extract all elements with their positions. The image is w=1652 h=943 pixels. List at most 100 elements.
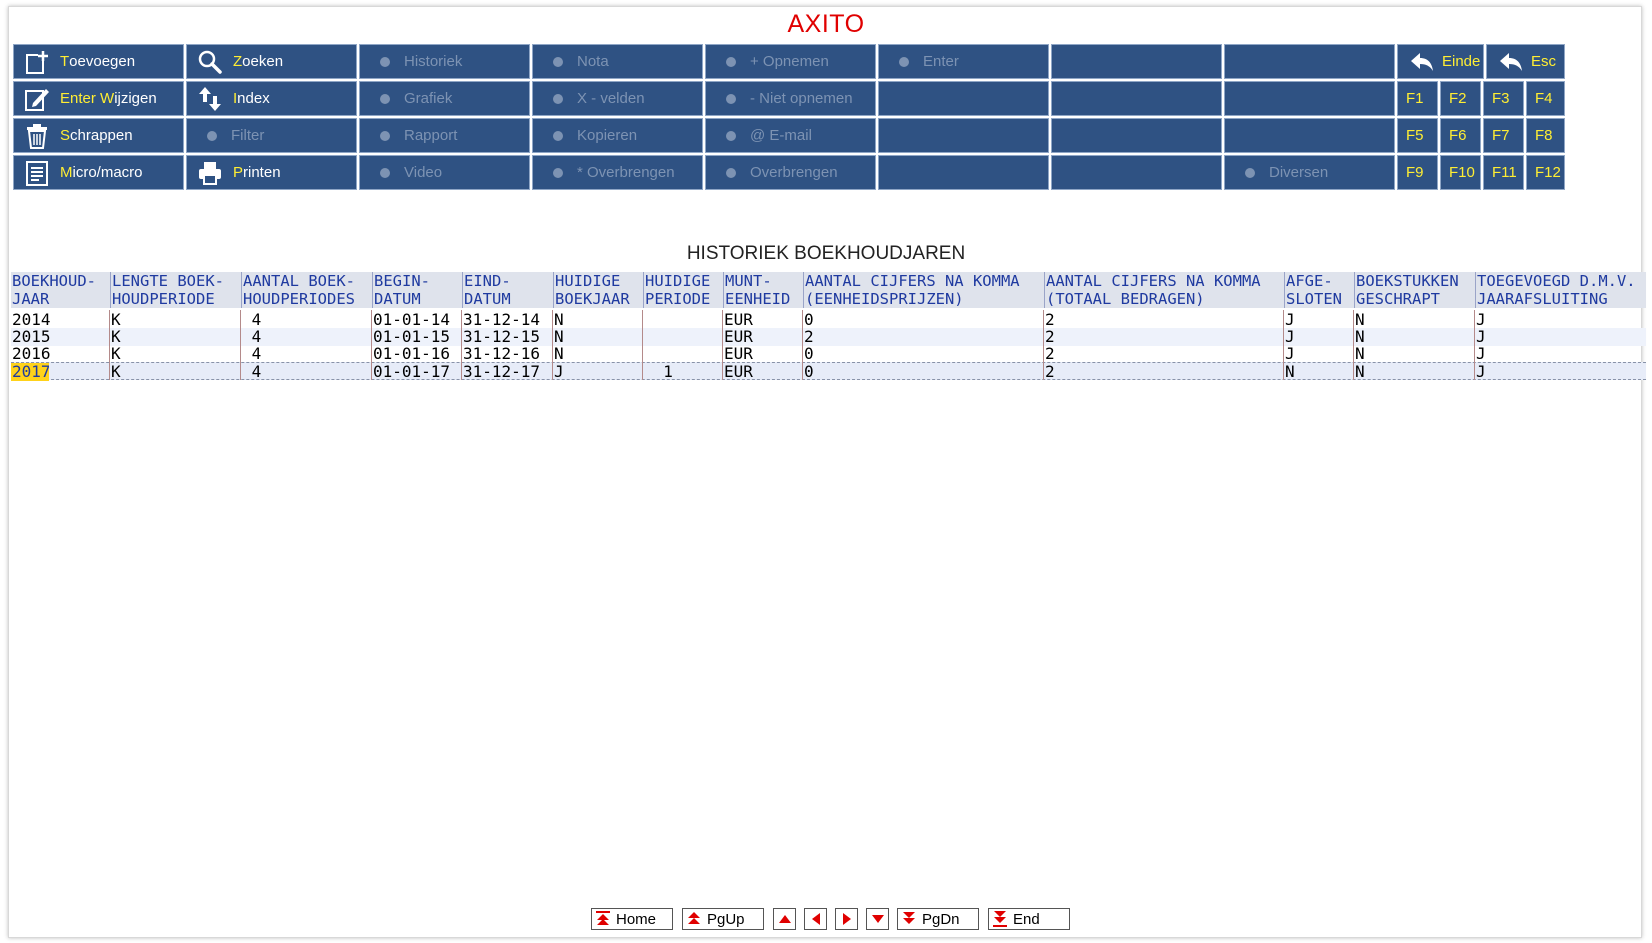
cell-afgesloten[interactable]: J [1284, 311, 1354, 329]
f4-button[interactable]: F4 [1526, 81, 1565, 116]
cell-toegevoegd-jaarafsluiting[interactable]: J [1475, 311, 1646, 329]
cell-toegevoegd-jaarafsluiting[interactable]: J [1475, 345, 1646, 363]
column-header-munteenheid[interactable]: MUNT- EENHEID [723, 272, 803, 308]
up-button[interactable] [773, 908, 796, 930]
cell-munteenheid[interactable]: EUR [723, 328, 803, 346]
cell-cijfers-totaal-bedragen[interactable]: 2 [1044, 363, 1284, 381]
video-button[interactable]: Video [359, 155, 530, 190]
wijzigen-button[interactable]: Enter Wijzigen [13, 81, 184, 116]
index-button[interactable]: Index [186, 81, 357, 116]
column-header-huidige-periode[interactable]: HUIDIGE PERIODE [643, 272, 723, 308]
pgdn-button[interactable]: PgDn [897, 908, 979, 930]
cell-aantal-boekhoudperiodes[interactable]: 4 [241, 328, 372, 346]
zoeken-button[interactable]: Zoeken [186, 44, 357, 79]
cell-einddatum[interactable]: 31-12-16 [462, 345, 553, 363]
star-overbrengen-button[interactable]: * Overbrengen [532, 155, 703, 190]
einde-button[interactable]: Einde [1397, 44, 1484, 79]
cell-huidige-periode[interactable] [643, 328, 723, 346]
cell-munteenheid[interactable]: EUR [723, 311, 803, 329]
cell-cijfers-eenheidsprijzen[interactable]: 2 [803, 328, 1044, 346]
f9-button[interactable]: F9 [1397, 155, 1438, 190]
column-header-afgesloten[interactable]: AFGE- SLOTEN [1284, 272, 1354, 308]
cell-cijfers-totaal-bedragen[interactable]: 2 [1044, 328, 1284, 346]
f7-button[interactable]: F7 [1483, 118, 1524, 153]
cell-boekstukken-geschrapt[interactable]: N [1354, 363, 1475, 381]
column-header-cijfers-totaal-bedragen[interactable]: AANTAL CIJFERS NA KOMMA (TOTAAL BEDRAGEN… [1044, 272, 1284, 308]
cell-huidige-boekjaar[interactable]: N [553, 311, 643, 329]
table-row[interactable]: 2014 K 4 01-01-14 31-12-14 N EUR 0 2 J N J [11, 311, 1646, 329]
column-header-einddatum[interactable]: EIND- DATUM [462, 272, 553, 308]
cell-cijfers-eenheidsprijzen[interactable]: 0 [803, 345, 1044, 363]
table-row[interactable]: 2015 K 4 01-01-15 31-12-15 N EUR 2 2 J N J [11, 328, 1646, 346]
table-row[interactable]: 2016 K 4 01-01-16 31-12-16 N EUR 0 2 J N J [11, 345, 1646, 363]
pgup-button[interactable]: PgUp [682, 908, 764, 930]
printen-button[interactable]: Printen [186, 155, 357, 190]
column-header-boekhoudjaar[interactable]: BOEKHOUD- JAAR [11, 272, 110, 308]
cell-afgesloten[interactable]: J [1284, 345, 1354, 363]
cell-toegevoegd-jaarafsluiting[interactable]: J [1475, 363, 1646, 381]
enter-button[interactable]: Enter [878, 44, 1049, 79]
cell-einddatum[interactable]: 31-12-14 [462, 311, 553, 329]
filter-button[interactable]: Filter [186, 118, 357, 153]
f8-button[interactable]: F8 [1526, 118, 1565, 153]
f12-button[interactable]: F12 [1526, 155, 1565, 190]
right-button[interactable] [835, 908, 858, 930]
cell-cijfers-totaal-bedragen[interactable]: 2 [1044, 311, 1284, 329]
cell-afgesloten[interactable]: J [1284, 328, 1354, 346]
micro-macro-button[interactable]: Micro/macro [13, 155, 184, 190]
column-header-aantal-boekhoudperiodes[interactable]: AANTAL BOEK- HOUDPERIODES [241, 272, 372, 308]
cell-lengte-boekhoudperiode[interactable]: K [110, 363, 241, 381]
cell-boekhoudjaar[interactable]: 2015 [11, 328, 110, 346]
column-header-lengte-boekhoudperiode[interactable]: LENGTE BOEK- HOUDPERIODE [110, 272, 241, 308]
column-header-cijfers-eenheidsprijzen[interactable]: AANTAL CIJFERS NA KOMMA (EENHEIDSPRIJZEN… [803, 272, 1044, 308]
cell-huidige-boekjaar[interactable]: J [553, 363, 643, 381]
cell-boekhoudjaar[interactable]: 2017 [11, 363, 49, 381]
historiek-button[interactable]: Historiek [359, 44, 530, 79]
cell-boekhoudjaar[interactable]: 2014 [11, 311, 110, 329]
left-button[interactable] [804, 908, 827, 930]
niet-opnemen-button[interactable]: - Niet opnemen [705, 81, 876, 116]
cell-einddatum[interactable]: 31-12-17 [462, 363, 553, 381]
f2-button[interactable]: F2 [1440, 81, 1481, 116]
cell-huidige-periode[interactable]: 1 [643, 363, 723, 381]
cell-huidige-periode[interactable] [643, 311, 723, 329]
cell-huidige-boekjaar[interactable]: N [553, 328, 643, 346]
home-button[interactable]: Home [591, 908, 673, 930]
esc-button[interactable]: Esc [1486, 44, 1565, 79]
f10-button[interactable]: F10 [1440, 155, 1481, 190]
cell-boekstukken-geschrapt[interactable]: N [1354, 328, 1475, 346]
cell-lengte-boekhoudperiode[interactable]: K [110, 311, 241, 329]
diversen-button[interactable]: Diversen [1224, 155, 1395, 190]
cell-aantal-boekhoudperiodes[interactable]: 4 [241, 345, 372, 363]
cell-begindatum[interactable]: 01-01-16 [372, 345, 462, 363]
opnemen-button[interactable]: + Opnemen [705, 44, 876, 79]
down-button[interactable] [866, 908, 889, 930]
cell-huidige-periode[interactable] [643, 345, 723, 363]
f5-button[interactable]: F5 [1397, 118, 1438, 153]
toevoegen-button[interactable]: Toevoegen [13, 44, 184, 79]
cell-munteenheid[interactable]: EUR [723, 345, 803, 363]
end-button[interactable]: End [988, 908, 1070, 930]
cell-boekstukken-geschrapt[interactable]: N [1354, 311, 1475, 329]
column-header-boekstukken-geschrapt[interactable]: BOEKSTUKKEN GESCHRAPT [1354, 272, 1475, 308]
column-header-toegevoegd-jaarafsluiting[interactable]: TOEGEVOEGD D.M.V. JAARAFSLUITING [1475, 272, 1646, 308]
cell-aantal-boekhoudperiodes[interactable]: 4 [241, 311, 372, 329]
nota-button[interactable]: Nota [532, 44, 703, 79]
cell-lengte-boekhoudperiode[interactable]: K [110, 328, 241, 346]
table-row-selected[interactable]: 2017 K 4 01-01-17 31-12-17 J 1 EUR 0 2 N N J [11, 362, 1646, 381]
rapport-button[interactable]: Rapport [359, 118, 530, 153]
f6-button[interactable]: F6 [1440, 118, 1481, 153]
cell-afgesloten[interactable]: N [1284, 363, 1354, 381]
cell-aantal-boekhoudperiodes[interactable]: 4 [241, 363, 372, 381]
grafiek-button[interactable]: Grafiek [359, 81, 530, 116]
cell-boekstukken-geschrapt[interactable]: N [1354, 345, 1475, 363]
cell-boekhoudjaar[interactable]: 2016 [11, 345, 110, 363]
f11-button[interactable]: F11 [1483, 155, 1524, 190]
kopieren-button[interactable]: Kopieren [532, 118, 703, 153]
overbrengen-button[interactable]: Overbrengen [705, 155, 876, 190]
cell-toegevoegd-jaarafsluiting[interactable]: J [1475, 328, 1646, 346]
cell-cijfers-totaal-bedragen[interactable]: 2 [1044, 345, 1284, 363]
cell-begindatum[interactable]: 01-01-15 [372, 328, 462, 346]
cell-einddatum[interactable]: 31-12-15 [462, 328, 553, 346]
cell-huidige-boekjaar[interactable]: N [553, 345, 643, 363]
